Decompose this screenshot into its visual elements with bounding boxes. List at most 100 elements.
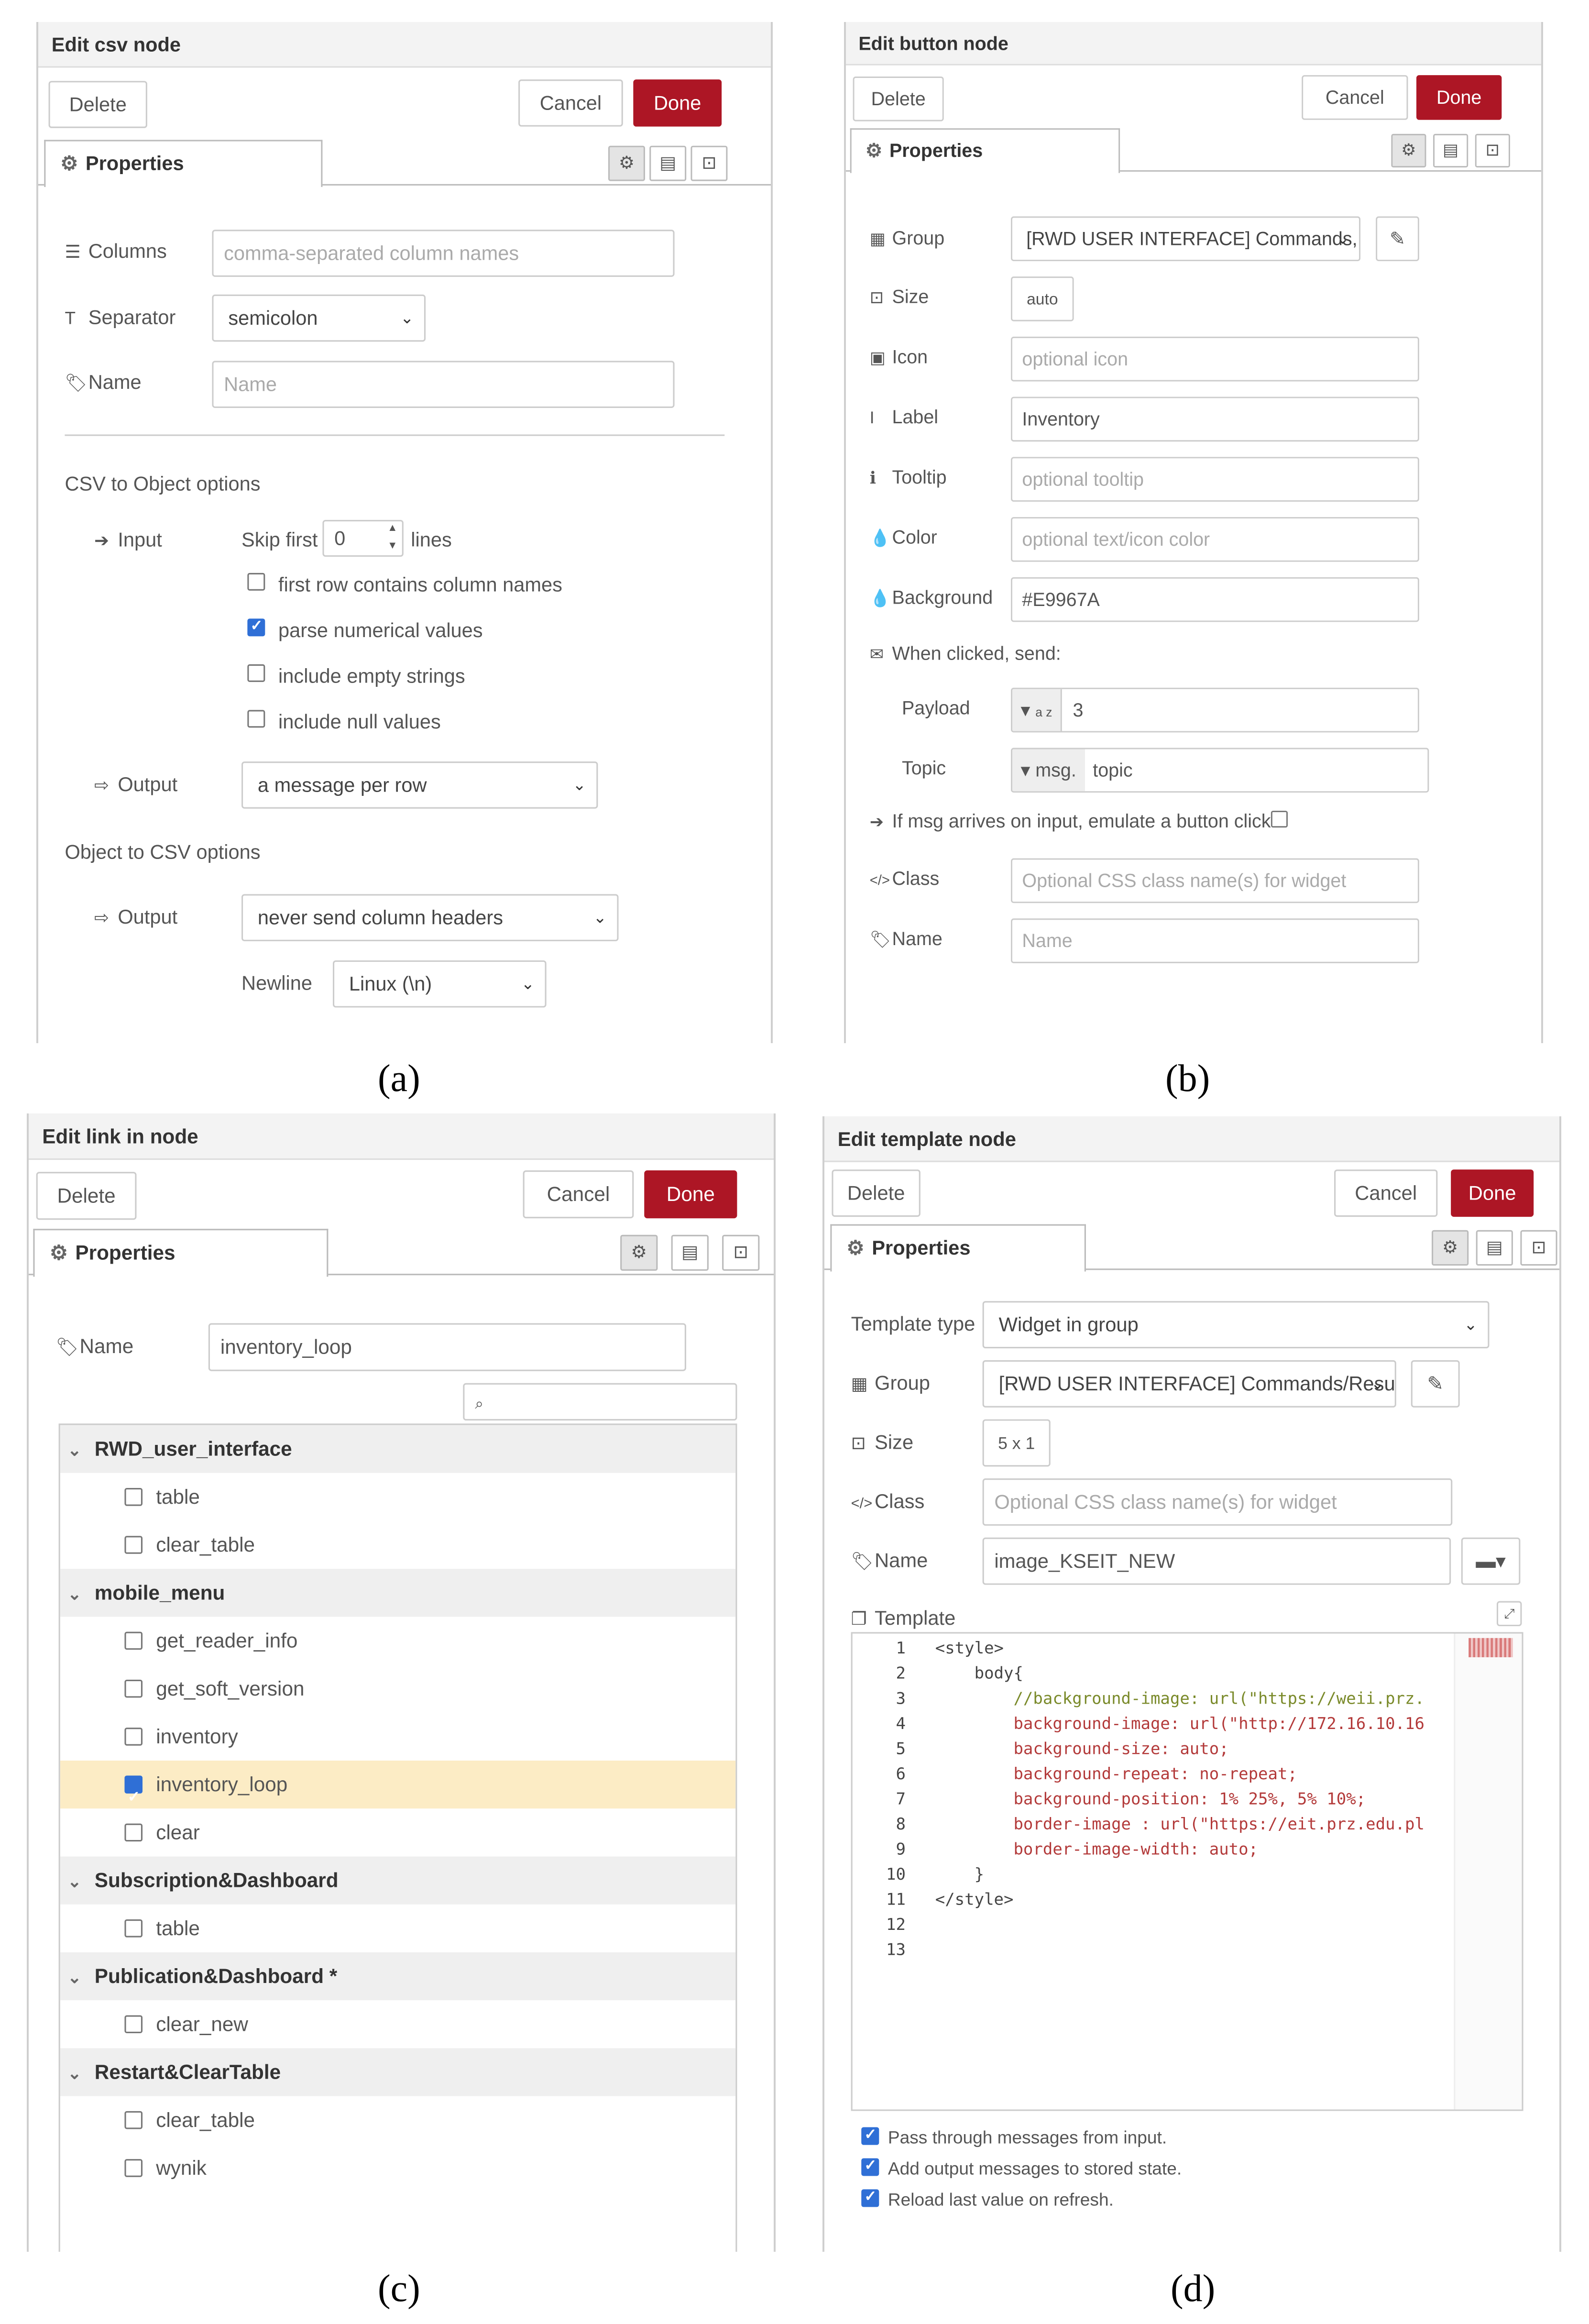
description-tab-icon[interactable]: ▤ — [649, 145, 687, 181]
tree-item[interactable]: clear_table — [60, 1521, 736, 1569]
delete-button[interactable]: Delete — [36, 1172, 137, 1220]
description-tab-icon[interactable]: ▤ — [1433, 133, 1468, 168]
appearance-tab-icon[interactable]: ⊡ — [1520, 1230, 1557, 1266]
cancel-button[interactable]: Cancel — [1302, 75, 1408, 120]
tree-item[interactable]: inventory_loop — [60, 1761, 736, 1821]
checkbox-parse-numerical[interactable] — [247, 617, 265, 637]
tree-item-checkbox[interactable] — [124, 1919, 143, 1938]
size-button[interactable]: auto — [1011, 276, 1074, 321]
description-tab-icon[interactable]: ▤ — [1476, 1230, 1513, 1266]
columns-input[interactable]: comma-separated column names — [212, 230, 675, 277]
code-line[interactable]: 6 background-repeat: no-repeat; — [853, 1762, 1451, 1787]
column-headers-select[interactable]: never send column headers ⌄ — [241, 894, 619, 941]
icon-input[interactable]: optional icon — [1011, 336, 1419, 382]
code-line[interactable]: 8 border-image : url("https://eit.prz.ed… — [853, 1812, 1451, 1838]
tree-item[interactable]: clear — [60, 1808, 736, 1856]
chevron-down-icon[interactable]: ⌄ — [67, 1954, 94, 2002]
settings-tab-icon[interactable]: ⚙ — [620, 1234, 658, 1271]
newline-select[interactable]: Linux (\n) ⌄ — [333, 960, 547, 1008]
editor-scrollbar[interactable] — [1454, 1633, 1522, 2110]
chevron-down-icon[interactable]: ⌄ — [67, 1427, 94, 1475]
delete-button[interactable]: Delete — [853, 77, 944, 121]
code-line[interactable]: 10 } — [853, 1862, 1451, 1888]
tree-item-checkbox[interactable] — [124, 2159, 143, 2177]
settings-tab-icon[interactable]: ⚙ — [1391, 133, 1426, 168]
name-input[interactable]: Name — [1011, 918, 1419, 963]
code-line[interactable]: 13 — [853, 1938, 1451, 1963]
checkbox-pass-through[interactable] — [861, 2125, 879, 2145]
name-input[interactable]: Name — [212, 361, 675, 408]
delete-button[interactable]: Delete — [832, 1169, 921, 1217]
tree-item[interactable]: wynik — [60, 2144, 736, 2192]
tree-group[interactable]: ⌄ RWD_user_interface — [60, 1425, 736, 1473]
size-button[interactable]: 5 x 1 — [982, 1419, 1051, 1467]
appearance-tab-icon[interactable]: ⊡ — [722, 1234, 760, 1271]
tree-item-checkbox[interactable] — [124, 1728, 143, 1746]
tree-item[interactable]: get_reader_info — [60, 1617, 736, 1664]
group-select[interactable]: [RWD USER INTERFACE] Commands, ⌄ — [1011, 216, 1361, 262]
name-options-button[interactable]: ▬▾ — [1461, 1537, 1521, 1585]
tree-item[interactable]: clear_table — [60, 2096, 736, 2144]
code-line[interactable]: 2 body{ — [853, 1662, 1451, 1687]
class-input[interactable]: Optional CSS class name(s) for widget — [1011, 858, 1419, 903]
chevron-down-icon[interactable]: ⌄ — [67, 2050, 94, 2098]
tree-group[interactable]: ⌄ Subscription&Dashboard — [60, 1856, 736, 1906]
checkbox-empty-strings[interactable] — [247, 664, 265, 682]
tab-properties[interactable]: ⚙ Properties — [830, 1224, 1086, 1272]
code-line[interactable]: 5 background-size: auto; — [853, 1737, 1451, 1762]
skip-lines-stepper[interactable]: 0 ▲ ▼ — [322, 520, 404, 557]
appearance-tab-icon[interactable]: ⊡ — [1475, 133, 1510, 168]
tooltip-input[interactable]: optional tooltip — [1011, 457, 1419, 502]
code-line[interactable]: 4 background-image: url("http://172.16.1… — [853, 1712, 1451, 1737]
code-line[interactable]: 7 background-position: 1% 25%, 5% 10%; — [853, 1787, 1451, 1813]
payload-type-selector[interactable]: ▾ a z — [1012, 689, 1062, 731]
expand-editor-button[interactable]: ⤢ — [1496, 1601, 1522, 1627]
settings-tab-icon[interactable]: ⚙ — [1431, 1230, 1469, 1266]
checkbox-null-values[interactable] — [247, 710, 265, 728]
tree-item[interactable]: get_soft_version — [60, 1665, 736, 1713]
code-line[interactable]: 11 </style> — [853, 1888, 1451, 1913]
tree-item[interactable]: inventory — [60, 1713, 736, 1761]
tab-properties[interactable]: ⚙ Properties — [44, 140, 323, 187]
cancel-button[interactable]: Cancel — [518, 79, 623, 127]
template-type-select[interactable]: Widget in group ⌄ — [982, 1301, 1490, 1349]
cancel-button[interactable]: Cancel — [523, 1170, 634, 1219]
tree-group[interactable]: ⌄ Publication&Dashboard * — [60, 1952, 736, 2002]
checkbox-reload[interactable] — [861, 2187, 879, 2207]
edit-group-button[interactable]: ✎ — [1376, 216, 1419, 262]
emulate-checkbox[interactable] — [1271, 811, 1288, 828]
tree-group[interactable]: ⌄ Restart&ClearTable — [60, 2048, 736, 2096]
stepper-arrows-icon[interactable]: ▲ ▼ — [387, 521, 397, 554]
tree-item[interactable]: table — [60, 1905, 736, 1952]
code-line[interactable]: 9 border-image-width: auto; — [853, 1838, 1451, 1863]
tab-properties[interactable]: ⚙ Properties — [850, 128, 1120, 173]
color-input[interactable]: optional text/icon color — [1011, 517, 1419, 562]
background-input[interactable]: #E9967A — [1011, 577, 1419, 622]
delete-button[interactable]: Delete — [48, 81, 147, 128]
topic-input[interactable]: ▾ msg. topic — [1011, 748, 1429, 793]
edit-group-button[interactable]: ✎ — [1411, 1360, 1460, 1408]
tree-item[interactable]: table — [60, 1473, 736, 1521]
separator-select[interactable]: semicolon ⌄ — [212, 294, 426, 342]
tree-item-checkbox[interactable] — [124, 2015, 143, 2034]
cancel-button[interactable]: Cancel — [1334, 1169, 1438, 1217]
tree-group[interactable]: ⌄ mobile_menu — [60, 1569, 736, 1617]
code-editor[interactable]: 1 <style> 2 body{3 //background-image: url… — [851, 1632, 1523, 2111]
group-select[interactable]: [RWD USER INTERFACE] Commands/Resul ⌄ — [982, 1360, 1396, 1408]
output-select[interactable]: a message per row ⌄ — [241, 761, 598, 809]
chevron-down-icon[interactable]: ⌄ — [67, 1858, 94, 1906]
payload-input[interactable]: ▾ a z 3 — [1011, 687, 1419, 733]
checkbox-add-output[interactable] — [861, 2156, 879, 2176]
tree-item-checkbox[interactable] — [124, 1773, 143, 1821]
code-line[interactable]: 3 //background-image: url("https://weii.… — [853, 1687, 1451, 1712]
tree-item-checkbox[interactable] — [124, 1631, 143, 1650]
class-input[interactable]: Optional CSS class name(s) for widget — [982, 1478, 1453, 1526]
appearance-tab-icon[interactable]: ⊡ — [690, 145, 728, 181]
tab-properties[interactable]: ⚙ Properties — [33, 1229, 329, 1277]
chevron-down-icon[interactable]: ⌄ — [67, 1570, 94, 1618]
name-input[interactable]: image_KSEIT_NEW — [982, 1537, 1451, 1585]
done-button[interactable]: Done — [1416, 75, 1502, 120]
topic-type-selector[interactable]: ▾ msg. — [1012, 749, 1085, 792]
done-button[interactable]: Done — [644, 1170, 737, 1219]
done-button[interactable]: Done — [633, 79, 722, 127]
